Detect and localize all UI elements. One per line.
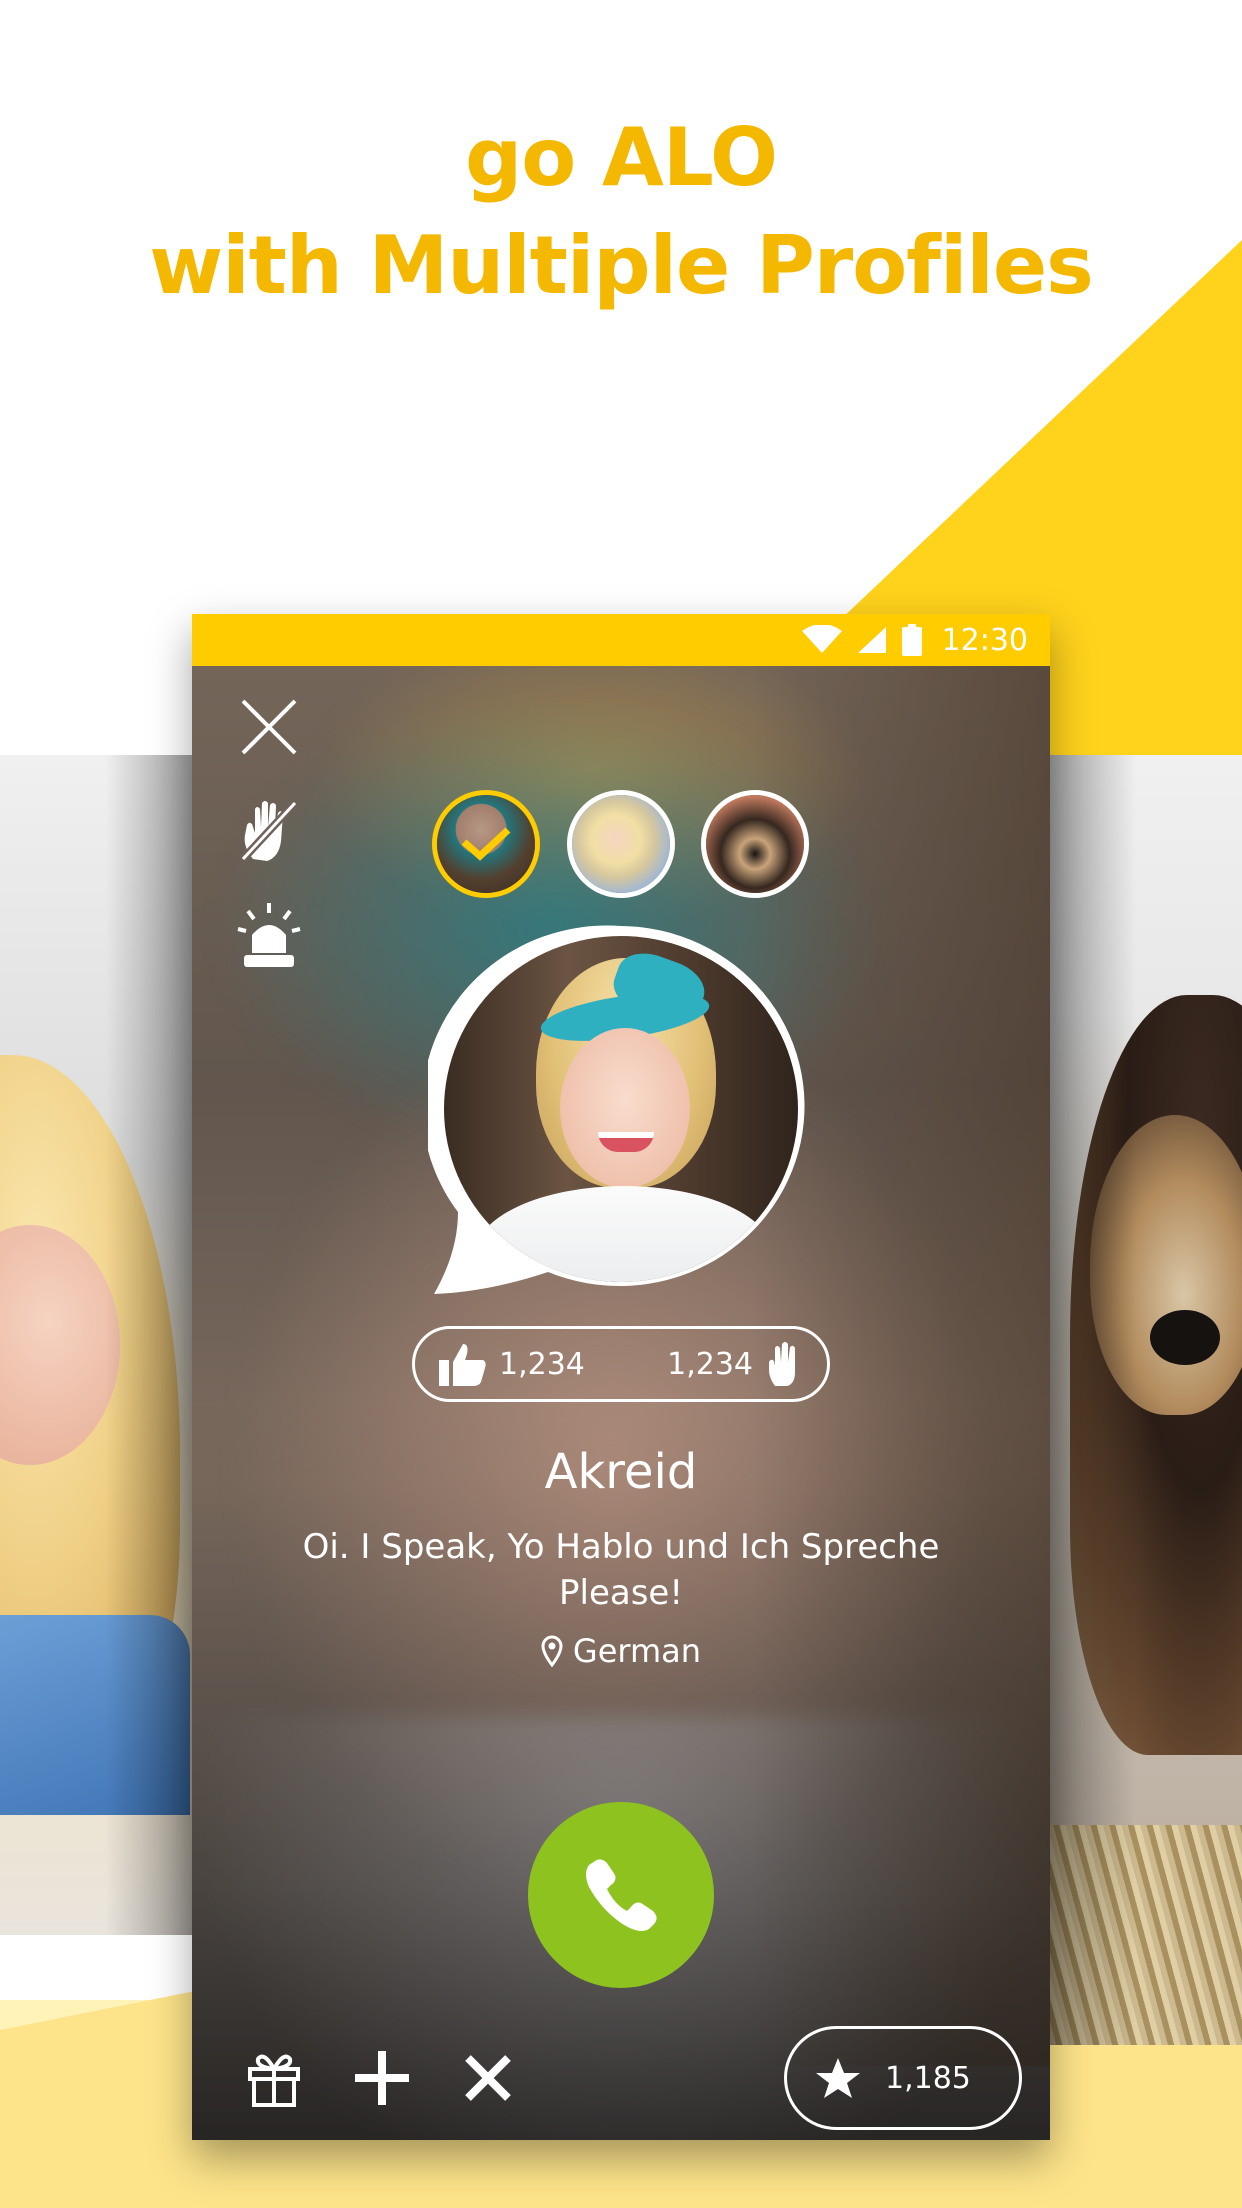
avatar-photo — [444, 936, 798, 1282]
profile-switch-blonde-woman[interactable] — [567, 790, 675, 898]
hand-icon — [769, 1342, 795, 1386]
phone-screen: 12:30 1,234 1,234 Akreid Oi. I Speak, Yo… — [192, 614, 1050, 2140]
battery-icon — [901, 624, 922, 656]
profile-location: German — [192, 1632, 1050, 1670]
side-card-dog — [1050, 755, 1242, 2045]
alarm-siren-icon[interactable] — [234, 896, 304, 972]
headline: go ALO with Multiple Profiles — [0, 104, 1242, 320]
gift-icon[interactable] — [244, 2046, 304, 2110]
star-icon — [816, 2058, 860, 2098]
hand-off-icon[interactable] — [234, 792, 304, 870]
status-time: 12:30 — [941, 622, 1028, 658]
status-bar: 12:30 — [192, 614, 1050, 666]
call-button[interactable] — [528, 1802, 714, 1988]
plus-icon[interactable] — [350, 2046, 414, 2110]
checkmark-icon — [437, 795, 535, 893]
profile-avatar-bubble[interactable] — [428, 922, 814, 1296]
location-text: German — [572, 1632, 702, 1670]
x-icon[interactable] — [458, 2048, 518, 2108]
profile-switch-dog[interactable] — [701, 790, 809, 898]
cellular-signal-icon — [857, 627, 886, 653]
side-card-blonde-woman — [0, 755, 192, 1935]
points-button[interactable]: 1,185 — [784, 2026, 1022, 2130]
waves-count: 1,234 — [667, 1346, 753, 1382]
wifi-icon — [801, 625, 842, 653]
headline-line-1: go ALO — [464, 111, 778, 204]
waves-stat[interactable]: 1,234 — [667, 1340, 801, 1388]
points-count: 1,185 — [885, 2060, 971, 2096]
phone-icon — [586, 1859, 657, 1931]
bottom-bar: 1,185 — [192, 2026, 1050, 2140]
location-pin-icon — [541, 1635, 563, 1667]
headline-line-2: with Multiple Profiles — [149, 219, 1093, 312]
close-icon[interactable] — [234, 692, 304, 762]
stats-pill: 1,234 1,234 — [412, 1326, 830, 1402]
likes-count: 1,234 — [499, 1346, 585, 1382]
profile-switch-woman-headband[interactable] — [432, 790, 540, 898]
profile-name: Akreid — [544, 1444, 698, 1500]
likes-stat[interactable]: 1,234 — [439, 1342, 585, 1386]
profile-card-screen: 1,234 1,234 Akreid Oi. I Speak, Yo Hablo… — [192, 666, 1050, 2140]
thumbs-up-icon — [439, 1344, 486, 1386]
profile-bio: Oi. I Speak, Yo Hablo und Ich Spreche Pl… — [302, 1527, 940, 1613]
